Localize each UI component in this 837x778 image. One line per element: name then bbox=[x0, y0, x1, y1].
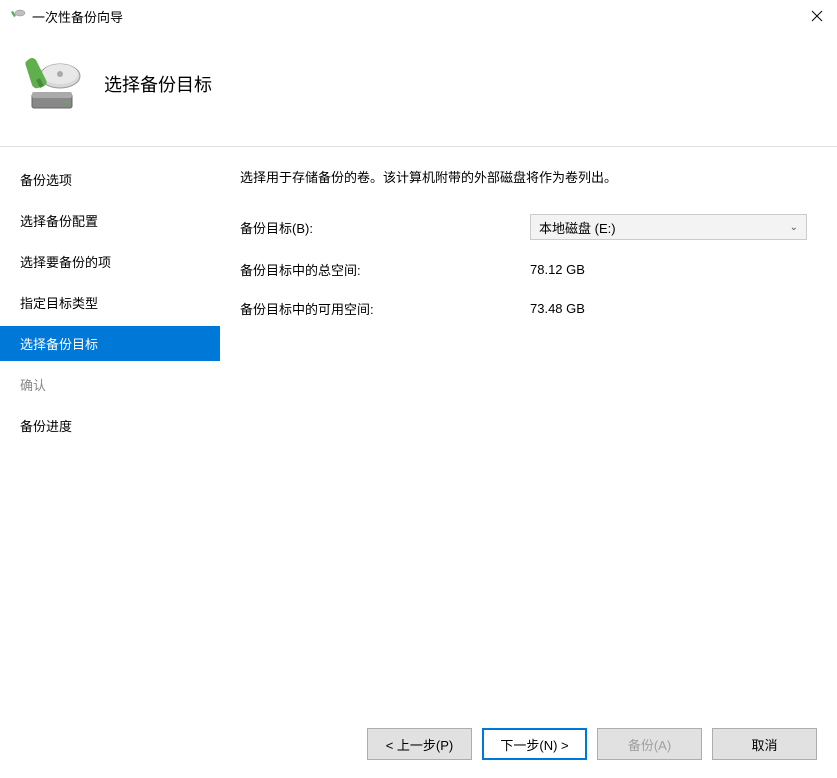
cancel-button[interactable]: 取消 bbox=[712, 728, 817, 760]
wizard-icon bbox=[10, 8, 26, 24]
wizard-header: 选择备份目标 bbox=[0, 32, 837, 147]
free-space-value: 73.48 GB bbox=[530, 301, 585, 316]
next-button[interactable]: 下一步(N) > bbox=[482, 728, 587, 760]
sidebar-item-select-items[interactable]: 选择要备份的项 bbox=[0, 244, 220, 279]
window-title: 一次性备份向导 bbox=[32, 7, 123, 26]
sidebar-item-backup-options[interactable]: 备份选项 bbox=[0, 162, 220, 197]
total-space-value: 78.12 GB bbox=[530, 262, 585, 277]
titlebar: 一次性备份向导 bbox=[0, 0, 837, 32]
target-selected-value: 本地磁盘 (E:) bbox=[539, 218, 616, 237]
close-button[interactable] bbox=[807, 6, 827, 26]
target-dropdown[interactable]: 本地磁盘 (E:) ⌄ bbox=[530, 214, 807, 240]
prev-button[interactable]: < 上一步(P) bbox=[367, 728, 472, 760]
chevron-down-icon: ⌄ bbox=[790, 222, 798, 233]
total-space-row: 备份目标中的总空间: 78.12 GB bbox=[240, 260, 807, 279]
sidebar-item-progress[interactable]: 备份进度 bbox=[0, 408, 220, 443]
main-panel: 选择用于存储备份的卷。该计算机附带的外部磁盘将作为卷列出。 备份目标(B): 本… bbox=[220, 147, 837, 708]
page-title: 选择备份目标 bbox=[104, 71, 212, 97]
wizard-steps-sidebar: 备份选项 选择备份配置 选择要备份的项 指定目标类型 选择备份目标 确认 备份进… bbox=[0, 147, 220, 708]
instruction-text: 选择用于存储备份的卷。该计算机附带的外部磁盘将作为卷列出。 bbox=[240, 167, 807, 186]
total-space-label: 备份目标中的总空间: bbox=[240, 260, 530, 279]
backup-disk-icon bbox=[20, 52, 84, 116]
free-space-row: 备份目标中的可用空间: 73.48 GB bbox=[240, 299, 807, 318]
target-row: 备份目标(B): 本地磁盘 (E:) ⌄ bbox=[240, 214, 807, 240]
free-space-label: 备份目标中的可用空间: bbox=[240, 299, 530, 318]
backup-button: 备份(A) bbox=[597, 728, 702, 760]
target-label: 备份目标(B): bbox=[240, 218, 530, 237]
sidebar-item-target-type[interactable]: 指定目标类型 bbox=[0, 285, 220, 320]
sidebar-item-confirm: 确认 bbox=[0, 367, 220, 402]
button-bar: < 上一步(P) 下一步(N) > 备份(A) 取消 bbox=[367, 728, 817, 760]
sidebar-item-select-target[interactable]: 选择备份目标 bbox=[0, 326, 220, 361]
sidebar-item-config[interactable]: 选择备份配置 bbox=[0, 203, 220, 238]
content-area: 备份选项 选择备份配置 选择要备份的项 指定目标类型 选择备份目标 确认 备份进… bbox=[0, 147, 837, 708]
